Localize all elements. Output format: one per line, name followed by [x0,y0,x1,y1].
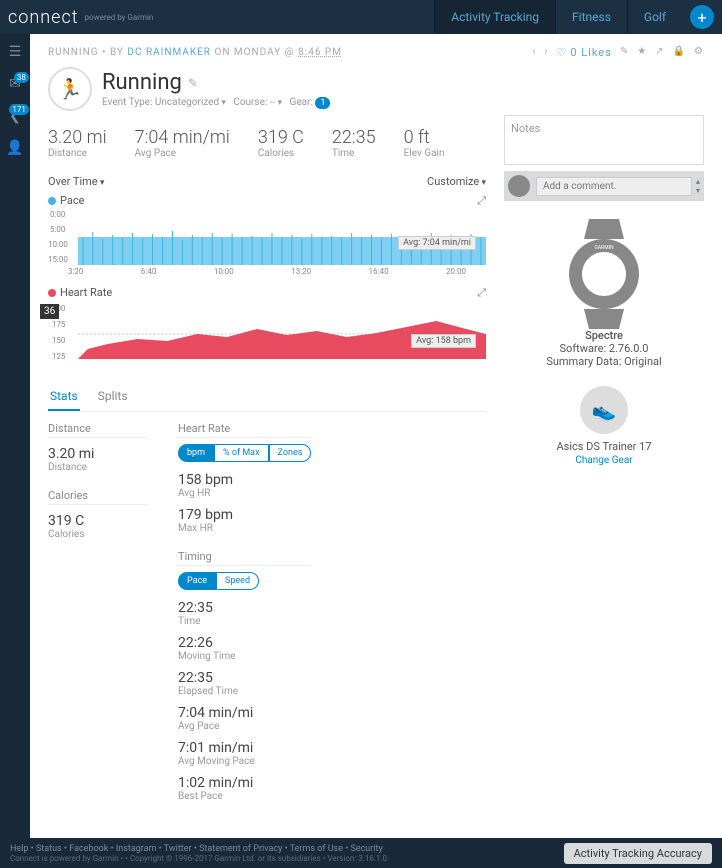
breadcrumb: RUNNING • BY DC RAINMAKER ON MONDAY @ 8:… [48,46,704,59]
footer-links: Help • Status • Facebook • Instagram • T… [10,844,387,854]
next-icon[interactable]: › [544,46,548,59]
gear-icon[interactable]: ⚙ [694,46,704,59]
tab-activity-tracking[interactable]: Activity Tracking [434,0,555,34]
svg-text:0:00: 0:00 [50,210,66,219]
edit-icon[interactable]: ✎ [620,46,629,59]
favorite-icon[interactable]: ★ [637,46,647,59]
footer-link[interactable]: Help [10,844,28,854]
svg-text:5:00: 5:00 [50,225,66,234]
svg-text:150: 150 [52,336,66,345]
hr-dot-icon [48,289,56,297]
edit-title-icon[interactable]: ✎ [188,76,198,90]
timing-pill-group: Pace Speed [178,572,311,590]
customize-dropdown[interactable]: Customize [427,175,486,188]
footer-link[interactable]: Twitter [164,844,192,854]
comment-input[interactable]: Add a comment. [536,177,692,196]
logo: connect [8,7,79,28]
content: RUNNING • BY DC RAINMAKER ON MONDAY @ 8:… [30,34,722,838]
pace-avg-label: Avg: 7:04 min/mi [398,236,476,250]
stats-tabs: Stats Splits [48,383,486,412]
course-dropdown[interactable]: -- [270,97,282,108]
topbar: connect powered by Garmin Activity Track… [0,0,722,34]
hr-avg-label: Avg: 158 bpm [411,334,476,348]
summary-row: 3.20 miDistance 7:04 min/miAvg Pace 319 … [48,127,486,159]
likes-button[interactable]: ♡ 0 Likes [556,46,611,59]
device-summary: Summary Data: Original [504,355,704,368]
running-icon: 🏃 [48,67,92,111]
prev-icon[interactable]: ‹ [532,46,536,59]
shoe-icon: 👟 [580,386,628,434]
svg-text:125: 125 [52,352,66,361]
notes-input[interactable]: Notes [504,115,704,165]
comment-row: Add a comment. ▴▾ [504,171,704,201]
device-software: Software: 2.76.0.0 [504,342,704,355]
footer-link[interactable]: Terms of Use [290,844,343,854]
footer-link[interactable]: Security [350,844,382,854]
footer-link[interactable]: Status [36,844,62,854]
expand-pace-icon[interactable]: ⤢ [477,194,486,208]
hr-pill-group: bpm % of Max Zones [178,444,311,462]
activity-header: 🏃 Running✎ Event Type: Uncategorized Cou… [48,67,704,111]
device-name: Spectre [504,329,704,342]
avatar [508,175,530,197]
menu-icon[interactable]: ☰ [9,44,22,60]
tab-splits[interactable]: Splits [96,383,130,411]
activity-subtitle: Event Type: Uncategorized Course: -- Gea… [102,97,330,108]
activity-tracking-accuracy-button[interactable]: Activity Tracking Accuracy [564,843,712,864]
logo-subtitle: powered by Garmin [85,13,154,22]
footer-link[interactable]: Statement of Privacy [199,844,282,854]
pill-pace[interactable]: Pace [178,572,216,590]
pill-speed[interactable]: Speed [216,572,259,590]
svg-text:175: 175 [52,320,66,329]
event-type-dropdown[interactable]: Uncategorized [155,97,226,108]
pace-chart: Pace ⤢ 0:00 5:00 10:00 15:00 Avg: 7:04 m… [48,194,486,276]
svg-text:15:00: 15:00 [48,255,68,264]
device-block: GARMIN Spectre Software: 2.76.0.0 Summar… [504,219,704,368]
footer-link[interactable]: Facebook [69,844,108,854]
svg-text:10:00: 10:00 [48,240,68,249]
hr-current-badge: 36 [40,304,59,319]
pill-pctmax[interactable]: % of Max [214,444,269,462]
svg-text:GARMIN: GARMIN [594,245,613,251]
tab-stats[interactable]: Stats [48,383,80,411]
gear-name: Asics DS Trainer 17 [504,440,704,453]
comment-up-icon[interactable]: ▴ [696,177,700,186]
author-link[interactable]: DC RAINMAKER [127,47,211,58]
overtime-dropdown[interactable]: Over Time [48,175,104,188]
page-title: Running✎ [102,70,330,95]
share-icon[interactable]: ↗ [655,46,664,59]
add-button[interactable]: + [690,5,714,29]
gear-block: 👟 Asics DS Trainer 17 Change Gear [504,386,704,466]
expand-hr-icon[interactable]: ⤢ [477,286,486,300]
tab-golf[interactable]: Golf [627,0,682,34]
sidebar: ☰ ✉38 ❮171 👤 [0,34,30,838]
notifications-icon[interactable]: ❮171 [9,108,21,124]
breadcrumb-sport[interactable]: RUNNING [48,47,99,58]
hr-chart: Heart Rate ⤢ 36 200 175 150 125 Avg: 158… [48,286,486,369]
footer-copyright: Connect is powered by Garmin • • Copyrig… [10,854,387,863]
gear-count-badge[interactable]: 1 [315,97,330,109]
change-gear-link[interactable]: Change Gear [575,455,632,466]
footer-link[interactable]: Instagram [116,844,157,854]
profile-icon[interactable]: 👤 [6,140,23,156]
activity-time[interactable]: 8:46 PM [298,47,342,58]
comment-down-icon[interactable]: ▾ [696,186,700,195]
inbox-icon[interactable]: ✉38 [9,76,21,92]
pill-bpm[interactable]: bpm [178,444,214,462]
pill-zones[interactable]: Zones [269,444,312,462]
tab-fitness[interactable]: Fitness [555,0,627,34]
pace-dot-icon [48,197,56,205]
lock-icon[interactable]: 🔒 [673,46,686,59]
footer: Help • Status • Facebook • Instagram • T… [0,838,722,868]
